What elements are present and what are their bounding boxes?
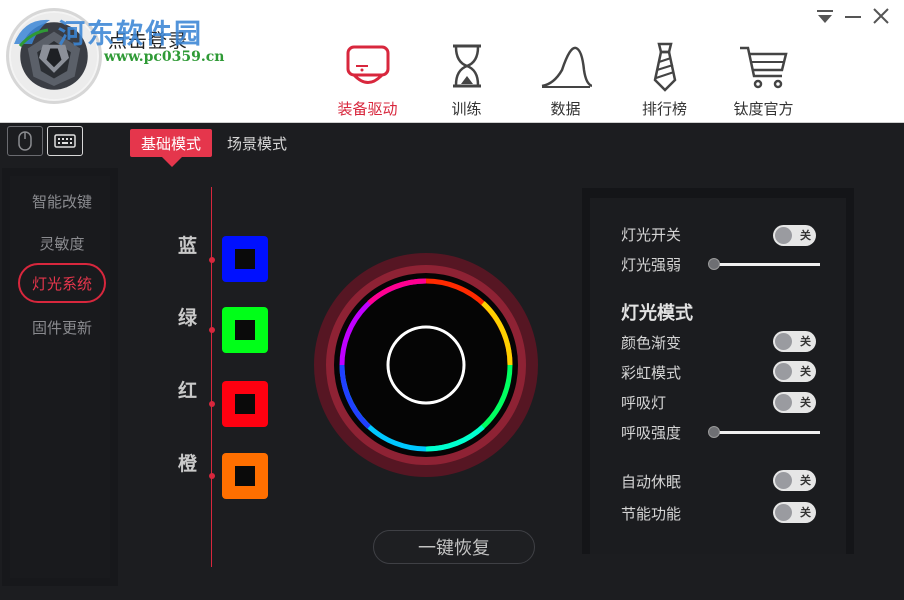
chart-curve-icon	[541, 46, 592, 88]
breathing-light-toggle[interactable]: 关	[773, 392, 816, 413]
light-switch-label: 灯光开关	[621, 226, 682, 244]
auto-sleep-label: 自动休眠	[621, 473, 682, 491]
slider-thumb[interactable]	[708, 426, 720, 438]
color-timeline-line	[211, 187, 212, 567]
watermark-url: www.pc0359.cn	[104, 49, 225, 65]
toggle-state: 关	[800, 335, 811, 348]
color-ring-graphic	[314, 253, 538, 477]
necktie-icon	[653, 42, 676, 92]
nav-label-data: 数据	[550, 100, 581, 118]
nav-item-ranking[interactable]: 排行榜	[615, 40, 714, 122]
auto-sleep-toggle[interactable]: 关	[773, 470, 816, 491]
toggle-knob	[775, 363, 792, 380]
minimize-icon	[845, 16, 861, 18]
dropdown-button[interactable]	[813, 6, 837, 26]
tab-basic-mode[interactable]: 基础模式	[130, 129, 212, 157]
app-window: 点击登录 河东软件园 www.pc0359.cn 装备驱动 训练 数据 排行榜 …	[0, 0, 904, 600]
rainbow-mode-label: 彩虹模式	[621, 364, 682, 382]
timeline-dot	[209, 327, 215, 333]
color-label-red: 红	[178, 380, 198, 402]
minimize-button[interactable]	[841, 6, 865, 26]
nav-item-training[interactable]: 训练	[417, 40, 516, 122]
slider-track	[712, 263, 820, 266]
device-driver-icon	[346, 45, 389, 84]
sidebar-item-firmware[interactable]: 固件更新	[18, 307, 106, 347]
nav-item-driver[interactable]: 装备驱动	[318, 40, 417, 122]
power-save-label: 节能功能	[621, 505, 682, 523]
swatch-center	[235, 394, 255, 414]
timeline-dot	[209, 473, 215, 479]
reset-button[interactable]: 一键恢复	[373, 530, 535, 564]
timeline-dot	[209, 257, 215, 263]
tab-indicator-caret	[162, 157, 182, 167]
toggle-state: 关	[800, 229, 811, 242]
breathing-strength-slider[interactable]	[708, 425, 820, 439]
light-switch-toggle[interactable]: 关	[773, 225, 816, 246]
close-button[interactable]	[869, 6, 893, 26]
toggle-state: 关	[800, 396, 811, 409]
color-swatch-orange[interactable]	[222, 453, 268, 499]
device-tab-mouse[interactable]	[7, 126, 43, 156]
toggle-state: 关	[800, 506, 811, 519]
device-tab-keyboard[interactable]	[47, 126, 83, 156]
toggle-knob	[775, 333, 792, 350]
shopping-cart-icon	[739, 46, 788, 89]
power-save-toggle[interactable]: 关	[773, 502, 816, 523]
color-swatch-blue[interactable]	[222, 236, 268, 282]
timeline-dot	[209, 401, 215, 407]
hourglass-icon	[452, 44, 481, 88]
swatch-center	[235, 320, 255, 340]
color-label-green: 绿	[178, 307, 198, 329]
color-fade-label: 颜色渐变	[621, 334, 682, 352]
swatch-center	[235, 466, 255, 486]
light-mode-heading: 灯光模式	[621, 303, 693, 324]
toggle-state: 关	[800, 474, 811, 487]
watermark-text: 河东软件园	[58, 19, 203, 50]
toggle-knob	[775, 504, 792, 521]
nav-item-official[interactable]: 钛度官方	[714, 40, 813, 122]
color-swatch-red[interactable]	[222, 381, 268, 427]
toggle-knob	[775, 227, 792, 244]
color-label-orange: 橙	[178, 453, 198, 475]
color-label-blue: 蓝	[178, 235, 198, 257]
dropdown-icon	[817, 10, 833, 23]
sidebar-item-lighting[interactable]: 灯光系统	[18, 263, 106, 303]
close-icon	[873, 8, 889, 24]
swatch-center	[235, 249, 255, 269]
light-strength-slider[interactable]	[708, 257, 820, 271]
color-wheel[interactable]	[313, 252, 539, 478]
slider-track	[712, 431, 820, 434]
breathing-strength-label: 呼吸强度	[621, 424, 682, 442]
rainbow-mode-toggle[interactable]: 关	[773, 361, 816, 382]
sidebar-item-key-remap[interactable]: 智能改键	[18, 181, 106, 221]
slider-thumb[interactable]	[708, 258, 720, 270]
toggle-knob	[775, 394, 792, 411]
mouse-icon	[18, 131, 32, 151]
light-strength-label: 灯光强弱	[621, 256, 682, 274]
nav-label-driver: 装备驱动	[337, 100, 398, 118]
breathing-light-label: 呼吸灯	[621, 394, 667, 412]
header-bar: 点击登录 河东软件园 www.pc0359.cn 装备驱动 训练 数据 排行榜 …	[0, 0, 904, 123]
sidebar-item-sensitivity[interactable]: 灵敏度	[18, 223, 106, 263]
main-nav: 装备驱动 训练 数据 排行榜 钛度官方	[318, 40, 813, 122]
nav-label-training: 训练	[451, 100, 482, 118]
tab-scene-mode[interactable]: 场景模式	[218, 129, 296, 157]
watermark-logo-icon	[14, 19, 50, 47]
nav-label-ranking: 排行榜	[641, 100, 687, 118]
color-swatch-green[interactable]	[222, 307, 268, 353]
nav-item-data[interactable]: 数据	[516, 40, 615, 122]
toggle-state: 关	[800, 365, 811, 378]
sidebar: 智能改键 灵敏度 灯光系统 固件更新	[10, 176, 110, 578]
color-fade-toggle[interactable]: 关	[773, 331, 816, 352]
toggle-knob	[775, 472, 792, 489]
nav-label-official: 钛度官方	[733, 100, 794, 118]
keyboard-icon	[54, 134, 76, 148]
